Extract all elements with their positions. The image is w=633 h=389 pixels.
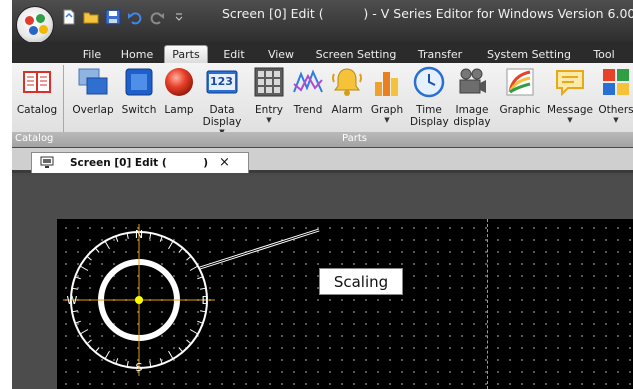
message-icon — [554, 66, 586, 98]
scale-tick — [189, 265, 199, 271]
data-display-icon-text: 123 — [210, 75, 233, 88]
south-label: S — [136, 361, 143, 374]
tab-home[interactable]: Home — [117, 45, 157, 63]
new-icon[interactable] — [60, 9, 77, 26]
west-label: W — [67, 294, 78, 307]
tab-parts[interactable]: Parts — [164, 45, 208, 63]
others-button[interactable]: Others ▼ — [596, 66, 633, 126]
quick-access-toolbar — [60, 6, 187, 28]
data-display-label: Data Display — [202, 104, 242, 128]
scale-tick — [79, 265, 89, 271]
graphic-icon — [504, 66, 536, 98]
north-label: N — [135, 228, 143, 241]
tab-view[interactable]: View — [261, 45, 301, 63]
document-tab-title: Screen [0] Edit ( ) — [70, 157, 209, 169]
graph-label: Graph — [370, 104, 404, 116]
catalog-label: Catalog — [16, 104, 58, 116]
graphic-label: Graphic — [499, 104, 541, 116]
callout-leader-core — [199, 229, 320, 269]
document-tab-strip: Screen [0] Edit ( ) × — [12, 148, 633, 173]
scale-tick — [104, 350, 110, 360]
window-title: Screen [0] Edit ( ) - V Series Editor fo… — [222, 6, 633, 21]
message-label: Message — [546, 104, 594, 116]
alarm-label: Alarm — [331, 104, 363, 116]
graphic-button[interactable]: Graphic — [496, 66, 544, 126]
time-display-icon — [413, 66, 445, 98]
open-icon[interactable] — [82, 9, 99, 26]
close-icon[interactable]: × — [219, 155, 230, 170]
document-tab[interactable]: Screen [0] Edit ( ) × — [31, 152, 249, 173]
others-label: Others — [598, 104, 633, 116]
image-display-icon — [456, 66, 488, 98]
overlap-button[interactable]: Overlap — [68, 66, 118, 126]
data-display-icon: 123 — [206, 66, 238, 98]
scale-tick — [168, 350, 174, 360]
graph-icon — [371, 66, 403, 98]
scaling-part[interactable]: N S E W — [57, 219, 633, 389]
image-display-button[interactable]: Image display — [450, 66, 494, 128]
scale-tick — [189, 329, 199, 335]
tab-screen-setting[interactable]: Screen Setting — [315, 45, 397, 63]
tab-file[interactable]: File — [74, 45, 110, 63]
tab-transfer[interactable]: Transfer — [411, 45, 469, 63]
scale-tick — [79, 329, 89, 335]
tab-system-setting[interactable]: System Setting — [484, 45, 574, 63]
graph-button[interactable]: Graph ▼ — [368, 66, 406, 126]
monitor-icon — [40, 156, 54, 168]
dropdown-icon[interactable] — [170, 9, 187, 26]
lamp-label: Lamp — [164, 104, 194, 116]
ribbon-group-bar: Catalog Parts — [12, 132, 633, 147]
editor-window: Screen [0] Edit ( ) - V Series Editor fo… — [12, 0, 633, 389]
entry-chevron-down-icon: ▼ — [266, 116, 272, 124]
switch-button[interactable]: Switch — [119, 66, 159, 126]
title-bar: Screen [0] Edit ( ) - V Series Editor fo… — [12, 0, 633, 44]
time-display-button[interactable]: Time Display — [410, 66, 449, 128]
ribbon-tab-bar: File Home Parts Edit View Screen Setting… — [12, 42, 633, 63]
app-logo-button[interactable] — [16, 6, 54, 44]
switch-icon — [123, 66, 155, 98]
trend-label: Trend — [293, 104, 323, 116]
others-chevron-down-icon: ▼ — [613, 116, 619, 124]
alarm-icon — [331, 66, 363, 98]
ribbon-panel: Catalog Overlap Switch Lamp 123 Data Dis… — [12, 63, 633, 147]
switch-label: Switch — [121, 104, 157, 116]
overlap-label: Overlap — [72, 104, 114, 116]
lamp-button[interactable]: Lamp — [162, 66, 196, 126]
graph-chevron-down-icon: ▼ — [384, 116, 390, 124]
entry-label: Entry — [255, 104, 283, 116]
alarm-button[interactable]: Alarm — [329, 66, 365, 126]
tab-tool[interactable]: Tool — [586, 45, 622, 63]
time-display-label: Time Display — [410, 104, 449, 128]
image-display-label: Image display — [453, 104, 491, 128]
tab-edit[interactable]: Edit — [216, 45, 252, 63]
overlap-icon — [77, 66, 109, 98]
trend-button[interactable]: Trend — [290, 66, 326, 126]
save-icon[interactable] — [104, 9, 121, 26]
center-point — [135, 296, 143, 304]
redo-icon[interactable] — [148, 9, 165, 26]
trend-icon — [292, 66, 324, 98]
editor-area: N S E W Scaling — [12, 176, 633, 389]
scaling-callout: Scaling — [319, 268, 403, 295]
undo-icon[interactable] — [126, 9, 143, 26]
screen-canvas[interactable]: N S E W Scaling — [57, 219, 633, 389]
message-button[interactable]: Message ▼ — [545, 66, 595, 126]
east-label: E — [202, 294, 209, 307]
entry-icon — [253, 66, 285, 98]
parts-group-label: Parts — [342, 133, 367, 144]
catalog-button[interactable]: Catalog — [14, 66, 60, 126]
scale-tick — [168, 240, 174, 250]
catalog-group-label: Catalog — [15, 133, 54, 144]
message-chevron-down-icon: ▼ — [567, 116, 573, 124]
data-display-button[interactable]: 123 Data Display ▼ — [200, 66, 244, 136]
scale-tick — [104, 240, 110, 250]
catalog-icon — [21, 66, 53, 98]
lamp-icon — [163, 66, 195, 98]
entry-button[interactable]: Entry ▼ — [252, 66, 286, 126]
others-icon — [600, 66, 632, 98]
